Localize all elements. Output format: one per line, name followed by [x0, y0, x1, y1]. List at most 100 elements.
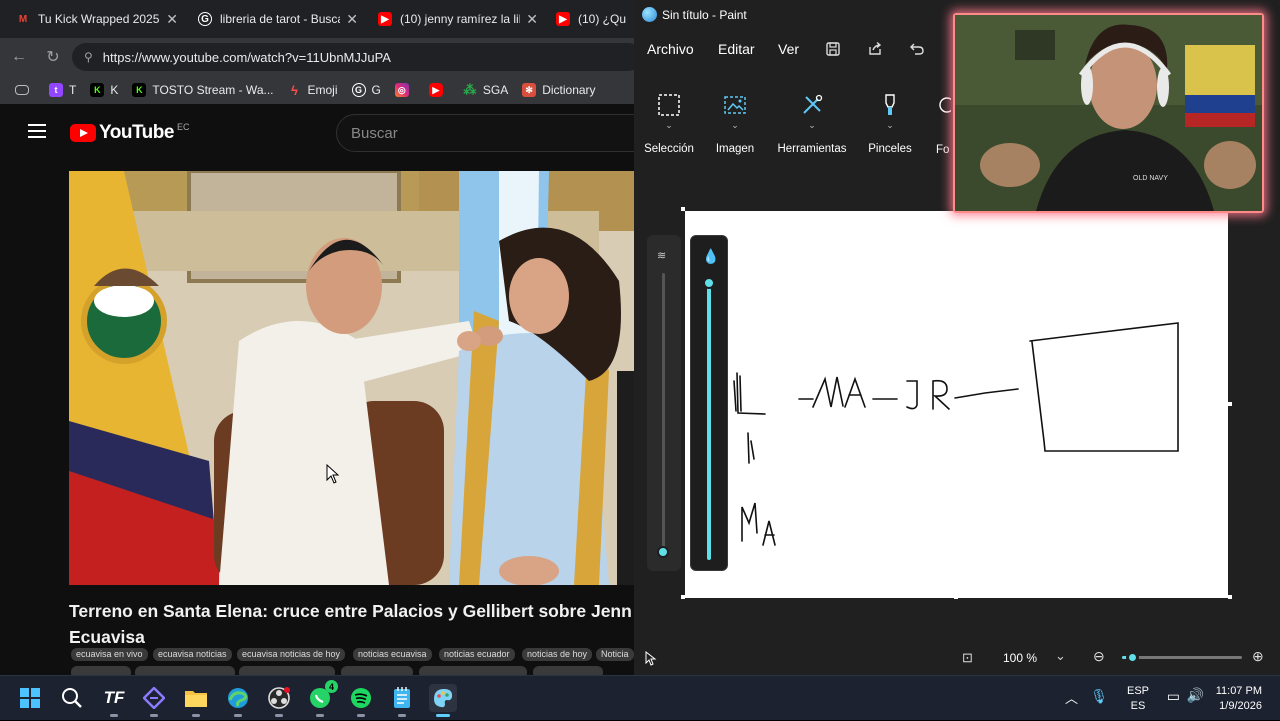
clock[interactable]: 11:07 PM 1/9/2026 — [1202, 684, 1262, 714]
gmail-icon: M — [18, 13, 28, 25]
video-player[interactable] — [69, 171, 634, 585]
tag-chip[interactable]: ecuavisa en vivo — [71, 648, 148, 661]
tf-icon[interactable]: TF — [100, 684, 128, 717]
search-input[interactable]: Buscar — [336, 114, 634, 152]
youtube-icon: ▶ — [428, 83, 443, 97]
tag-chip[interactable]: noticias ecuador — [439, 648, 515, 661]
microphone-icon[interactable]: 🎙 — [1090, 688, 1108, 705]
zoom-slider-track[interactable] — [1122, 656, 1242, 659]
close-icon[interactable]: ✕ — [346, 11, 358, 28]
file-explorer-icon[interactable] — [182, 684, 210, 717]
tag-chip[interactable]: Noticia — [596, 648, 634, 661]
browser-tab[interactable]: ▶ (10) ¿Quién — [548, 4, 634, 34]
chevron-down-icon[interactable]: ⌄ — [1055, 648, 1066, 664]
brush-size-track[interactable] — [662, 273, 665, 553]
bookmark-item[interactable]: ◎ — [390, 79, 420, 101]
whatsapp-icon[interactable]: 4 — [306, 680, 338, 717]
bookmark-item[interactable]: KK — [85, 79, 123, 101]
navigation-bar: ← ↻ ⚲ https://www.youtube.com/watch?v=11… — [0, 38, 634, 76]
video-tags: ecuavisa en vivo ecuavisa noticias ecuav… — [69, 648, 634, 675]
resize-handle[interactable] — [954, 595, 958, 599]
resize-handle[interactable] — [681, 595, 685, 599]
fit-to-window-icon[interactable]: ⊡ — [962, 650, 973, 666]
youtube-logo[interactable]: YouTube EC — [70, 122, 189, 144]
bookmark-item[interactable]: ⁂ SGA — [458, 79, 513, 101]
tag-chip[interactable] — [239, 666, 335, 675]
browser-tab[interactable]: ▶ (10) jenny ramírez la liber ✕ — [370, 4, 546, 34]
share-icon[interactable] — [864, 38, 886, 60]
start-icon[interactable] — [16, 684, 44, 712]
google-icon: G — [351, 83, 366, 97]
tag-chip[interactable]: noticias ecuavisa — [353, 648, 432, 661]
clock-time: 11:07 PM — [1215, 685, 1262, 697]
tool-group-imagen[interactable]: ⌄ Imagen — [700, 82, 770, 162]
google-icon: G — [198, 12, 212, 26]
reload-icon[interactable]: ↻ — [42, 46, 64, 68]
bookmark-item[interactable]: GG — [347, 79, 386, 101]
app-icon[interactable] — [140, 684, 168, 717]
bookmark-item[interactable]: K TOSTO Stream - Wa... — [127, 79, 278, 101]
bookmark-item[interactable]: ▶ — [424, 79, 454, 101]
resize-handle[interactable] — [1228, 402, 1232, 406]
tool-group-formas[interactable]: Fo — [924, 82, 954, 162]
paint-icon[interactable] — [429, 684, 457, 717]
bookmark-item[interactable]: tT — [44, 79, 81, 101]
tool-group-herramientas[interactable]: ⌄ Herramientas — [777, 82, 847, 162]
bookmark-label: G — [371, 83, 381, 97]
tag-chip[interactable]: noticias de hoy — [522, 648, 593, 661]
tool-group-seleccion[interactable]: ⌄ Selección — [634, 82, 704, 162]
menu-editar[interactable]: Editar — [718, 41, 755, 57]
back-arrow-icon[interactable]: ← — [8, 46, 30, 68]
tag-chip[interactable] — [341, 666, 413, 675]
edge-icon[interactable] — [224, 684, 252, 717]
zoom-slider-thumb[interactable] — [1126, 651, 1139, 664]
notepad-icon[interactable] — [388, 684, 416, 717]
video-title-line: Terreno en Santa Elena: cruce entre Pala… — [69, 601, 632, 621]
image-icon — [720, 90, 750, 120]
undo-icon[interactable] — [906, 38, 928, 60]
tool-group-pinceles[interactable]: ⌄ Pinceles — [855, 82, 925, 162]
site-info-icon[interactable]: ⚲ — [84, 50, 93, 64]
network-icon[interactable]: ▭ — [1167, 688, 1180, 705]
chevron-down-icon: ⌄ — [808, 120, 816, 130]
browser-tab[interactable]: G libreria de tarot - Buscar ✕ — [190, 4, 366, 34]
close-icon[interactable]: ✕ — [166, 11, 178, 28]
obs-icon[interactable] — [265, 684, 293, 717]
menu-ver[interactable]: Ver — [778, 41, 799, 57]
tag-chip[interactable]: ecuavisa noticias de hoy — [237, 648, 346, 661]
zoom-in-icon[interactable]: ⊕ — [1252, 648, 1264, 665]
drawing-canvas[interactable] — [685, 211, 1228, 598]
spotify-icon[interactable] — [347, 684, 375, 717]
browser-window: M Tu Kick Wrapped 2025 en ✕ G libreria d… — [0, 0, 634, 675]
tag-chip[interactable] — [419, 666, 527, 675]
opacity-track[interactable] — [707, 284, 711, 560]
menu-archivo[interactable]: Archivo — [647, 41, 694, 57]
brush-icon — [875, 90, 905, 120]
bookmark-tab-icon[interactable] — [10, 79, 40, 101]
bookmarks-bar: tT KK K TOSTO Stream - Wa... ϟ Emoji GG ◎ … — [0, 76, 634, 104]
bookmark-label: K — [110, 83, 119, 97]
menu-icon[interactable] — [28, 124, 46, 138]
logo-wordmark: YouTube — [99, 122, 174, 143]
opacity-thumb[interactable] — [703, 277, 715, 289]
keyboard-layout: ES — [1130, 700, 1146, 712]
save-icon[interactable] — [822, 38, 844, 60]
tag-chip[interactable] — [533, 666, 603, 675]
chevron-up-icon[interactable]: ︿ — [1065, 688, 1078, 707]
browser-tab[interactable]: M Tu Kick Wrapped 2025 en ✕ — [8, 4, 186, 34]
close-icon[interactable]: ✕ — [526, 11, 538, 28]
zoom-level[interactable]: 100 % — [1003, 651, 1037, 665]
tag-chip[interactable] — [135, 666, 235, 675]
bookmark-item[interactable]: ✻ Dictionary — [517, 79, 600, 101]
resize-handle[interactable] — [1228, 595, 1232, 599]
search-icon[interactable] — [58, 684, 86, 712]
country-code: EC — [176, 122, 190, 132]
brush-size-thumb[interactable] — [657, 546, 669, 558]
zoom-out-icon[interactable]: ⊖ — [1093, 648, 1105, 665]
address-bar[interactable]: ⚲ https://www.youtube.com/watch?v=11UbnM… — [72, 43, 634, 71]
tag-chip[interactable]: ecuavisa noticias — [153, 648, 232, 661]
bookmark-item[interactable]: ϟ Emoji — [283, 79, 343, 101]
language-indicator[interactable]: ESP ES — [1122, 684, 1154, 714]
tag-chip[interactable] — [71, 666, 131, 675]
resize-handle[interactable] — [681, 207, 685, 211]
